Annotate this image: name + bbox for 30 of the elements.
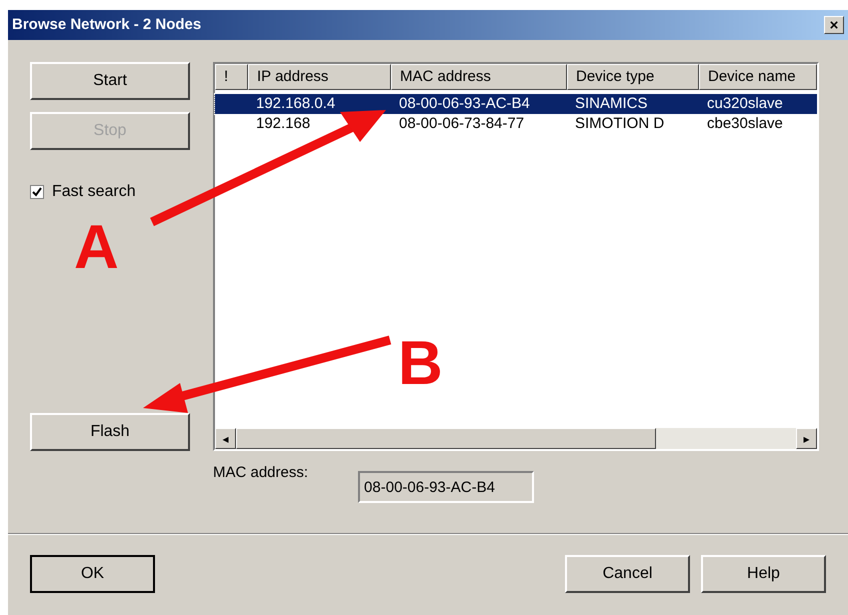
close-button[interactable]: × [824, 16, 844, 34]
table-cell: 08-00-06-93-AC-B4 [399, 94, 530, 112]
column-header[interactable]: MAC address [391, 64, 567, 90]
annotation-label: A [74, 213, 119, 282]
help-button[interactable]: Help [701, 555, 826, 593]
table-cell: SIMOTION D [575, 114, 664, 132]
table-cell: cu320slave [707, 94, 783, 112]
ok-button[interactable]: OK [30, 555, 155, 593]
window-title: Browse Network - 2 Nodes [12, 14, 202, 35]
column-header[interactable]: Device name [699, 64, 817, 90]
table-cell: SINAMICS [575, 94, 648, 112]
column-header[interactable]: ! [215, 64, 248, 90]
column-header[interactable]: IP address [248, 64, 391, 90]
checkbox[interactable] [30, 185, 44, 199]
table-cell: cbe30slave [707, 114, 783, 132]
fast-search-label: Fast search [52, 182, 136, 202]
scrollbar-thumb[interactable] [236, 428, 656, 449]
start-button[interactable]: Start [30, 62, 190, 100]
table-cell: 192.168 [256, 114, 310, 132]
flash-button[interactable]: Flash [30, 413, 190, 451]
cancel-button[interactable]: Cancel [565, 555, 690, 593]
annotation-label: B [398, 329, 443, 398]
table-cell: 192.168.0.4 [256, 94, 336, 112]
scroll-right-button[interactable]: ▸ [796, 428, 817, 449]
table-row[interactable]: 192.168.0.4 08-00-06-93-AC-B4 SINAMICS cu320slave [215, 94, 817, 114]
table-cell: 08-00-06-73-84-77 [399, 114, 524, 132]
mac-address-field[interactable]: 08-00-06-93-AC-B4 [358, 471, 534, 503]
mac-address-label: MAC address: [213, 462, 308, 483]
scroll-left-button[interactable]: ◂ [215, 428, 236, 449]
column-header[interactable]: Device type [567, 64, 699, 90]
